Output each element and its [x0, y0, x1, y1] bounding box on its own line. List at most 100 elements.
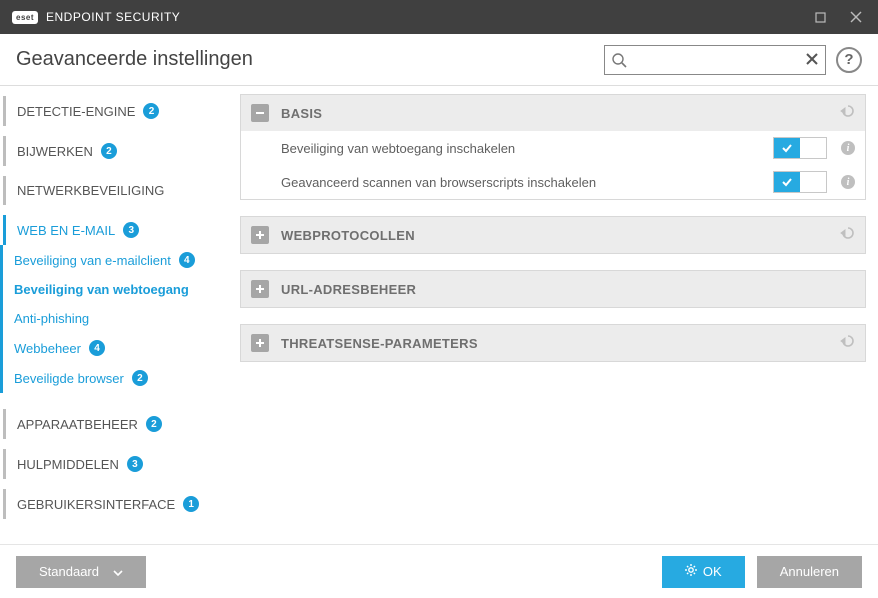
- sidebar-item-anti-phishing[interactable]: Anti-phishing: [0, 304, 226, 333]
- sidebar-item-apparaatbeheer[interactable]: APPARAATBEHEER 2: [0, 409, 226, 439]
- sidebar-item-label: NETWERKBEVEILIGING: [17, 183, 164, 198]
- panel-title: BASIS: [281, 106, 322, 121]
- badge: 2: [132, 370, 148, 386]
- button-label: Annuleren: [780, 564, 839, 579]
- accent-bar: [3, 449, 6, 479]
- sidebar-item-gebruikersinterface[interactable]: GEBRUIKERSINTERFACE 1: [0, 489, 226, 519]
- sidebar-item-label: Beveiligde browser: [14, 371, 124, 386]
- search-icon: [611, 52, 627, 73]
- close-icon: [850, 11, 862, 23]
- badge: 2: [146, 416, 162, 432]
- expand-icon: [251, 334, 269, 352]
- toggle-off-half: [800, 138, 826, 158]
- panel-title: THREATSENSE-PARAMETERS: [281, 336, 478, 351]
- gear-icon: [685, 564, 697, 579]
- sidebar-item-webtoegang[interactable]: Beveiliging van webtoegang: [0, 275, 226, 304]
- x-icon: [805, 52, 819, 66]
- info-icon: i: [841, 175, 855, 189]
- sidebar-item-webbeheer[interactable]: Webbeheer 4: [0, 333, 226, 363]
- badge: 4: [89, 340, 105, 356]
- square-icon: [815, 12, 826, 23]
- undo-icon: [839, 225, 855, 241]
- sidebar-item-label: Webbeheer: [14, 341, 81, 356]
- product-name: ENDPOINT SECURITY: [46, 10, 180, 24]
- accent-bar: [3, 136, 6, 166]
- window-controls: [806, 5, 870, 29]
- search-input[interactable]: [633, 52, 797, 67]
- panel-header-basis[interactable]: BASIS: [241, 95, 865, 131]
- reset-section-button[interactable]: [839, 103, 855, 124]
- toggle-browserscripts[interactable]: [773, 171, 827, 193]
- default-button[interactable]: Standaard: [16, 556, 146, 588]
- panel-header-url-adresbeheer[interactable]: URL-ADRESBEHEER: [241, 271, 865, 307]
- header: Geavanceerde instellingen ?: [0, 34, 878, 86]
- panel-header-webprotocollen[interactable]: WEBPROTOCOLLEN: [241, 217, 865, 253]
- clear-search-button[interactable]: [805, 52, 819, 71]
- panel-header-threatsense[interactable]: THREATSENSE-PARAMETERS: [241, 325, 865, 361]
- reset-section-button[interactable]: [839, 225, 855, 246]
- chevron-down-icon: [113, 564, 123, 579]
- footer: Standaard OK Annuleren: [0, 544, 878, 598]
- sidebar-item-detectie-engine[interactable]: DETECTIE-ENGINE 2: [0, 96, 226, 126]
- question-icon: ?: [844, 51, 853, 68]
- sidebar-item-label: Beveiliging van webtoegang: [14, 282, 189, 297]
- sidebar-item-web-en-email[interactable]: WEB EN E-MAIL 3: [0, 215, 226, 245]
- sidebar-item-label: GEBRUIKERSINTERFACE: [17, 497, 175, 512]
- accent-bar: [3, 176, 6, 205]
- accent-bar: [0, 245, 3, 275]
- ok-button[interactable]: OK: [662, 556, 745, 588]
- sidebar-item-label: WEB EN E-MAIL: [17, 223, 115, 238]
- accent-bar: [3, 409, 6, 439]
- button-label: OK: [703, 564, 722, 579]
- accent-bar: [0, 304, 3, 333]
- accent-bar: [0, 333, 3, 363]
- maximize-button[interactable]: [806, 5, 834, 29]
- check-icon: [781, 142, 793, 154]
- sidebar-item-label: APPARAATBEHEER: [17, 417, 138, 432]
- search-area: ?: [604, 45, 862, 75]
- panel-threatsense-parameters: THREATSENSE-PARAMETERS: [240, 324, 866, 362]
- setting-row-webtoegang: Beveiliging van webtoegang inschakelen i: [241, 131, 865, 165]
- panel-basis: BASIS Beveiliging van webtoegang inschak…: [240, 94, 866, 200]
- info-button[interactable]: i: [841, 141, 855, 155]
- sidebar-item-beveiligde-browser[interactable]: Beveiligde browser 2: [0, 363, 226, 393]
- sidebar-item-bijwerken[interactable]: BIJWERKEN 2: [0, 136, 226, 166]
- toggle-on-half: [774, 172, 800, 192]
- badge: 3: [123, 222, 139, 238]
- accent-bar: [3, 489, 6, 519]
- search-box[interactable]: [604, 45, 826, 75]
- sidebar-item-label: DETECTIE-ENGINE: [17, 104, 135, 119]
- close-button[interactable]: [842, 5, 870, 29]
- toggle-webtoegang[interactable]: [773, 137, 827, 159]
- setting-row-browserscripts: Geavanceerd scannen van browserscripts i…: [241, 165, 865, 199]
- sidebar-item-label: HULPMIDDELEN: [17, 457, 119, 472]
- sidebar-item-label: Anti-phishing: [14, 311, 89, 326]
- badge: 2: [143, 103, 159, 119]
- titlebar: eset ENDPOINT SECURITY: [0, 0, 878, 34]
- accent-bar: [0, 363, 3, 393]
- sidebar-item-netwerkbeveiliging[interactable]: NETWERKBEVEILIGING: [0, 176, 226, 205]
- help-button[interactable]: ?: [836, 47, 862, 73]
- accent-bar: [0, 275, 3, 304]
- body: DETECTIE-ENGINE 2 BIJWERKEN 2 NETWERKBEV…: [0, 86, 878, 544]
- badge: 2: [101, 143, 117, 159]
- expand-icon: [251, 226, 269, 244]
- panel-url-adresbeheer: URL-ADRESBEHEER: [240, 270, 866, 308]
- reset-section-button[interactable]: [839, 333, 855, 354]
- collapse-icon: [251, 104, 269, 122]
- badge: 4: [179, 252, 195, 268]
- undo-icon: [839, 333, 855, 349]
- toggle-off-half: [800, 172, 826, 192]
- expand-icon: [251, 280, 269, 298]
- setting-label: Beveiliging van webtoegang inschakelen: [281, 141, 753, 156]
- check-icon: [781, 176, 793, 188]
- sidebar-item-hulpmiddelen[interactable]: HULPMIDDELEN 3: [0, 449, 226, 479]
- sidebar-item-label: BIJWERKEN: [17, 144, 93, 159]
- panel-body-basis: Beveiliging van webtoegang inschakelen i…: [241, 131, 865, 199]
- sidebar-item-emailclient[interactable]: Beveiliging van e-mailclient 4: [0, 245, 226, 275]
- sidebar-item-label: Beveiliging van e-mailclient: [14, 253, 171, 268]
- toggle-on-half: [774, 138, 800, 158]
- cancel-button[interactable]: Annuleren: [757, 556, 862, 588]
- info-button[interactable]: i: [841, 175, 855, 189]
- panel-webprotocollen: WEBPROTOCOLLEN: [240, 216, 866, 254]
